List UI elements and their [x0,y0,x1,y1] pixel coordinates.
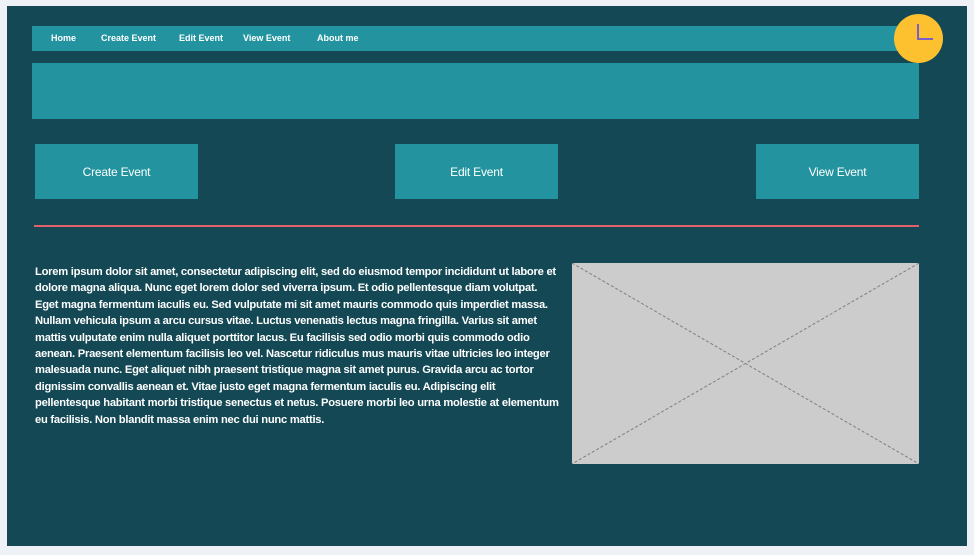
edit-event-button[interactable]: Edit Event [395,144,558,199]
nav-create-event-link[interactable]: Create Event [101,33,156,43]
clock-icon[interactable] [894,14,943,63]
nav-home-link[interactable]: Home [51,33,76,43]
clock-hands-icon [917,24,933,40]
nav-about-me-link[interactable]: About me [317,33,359,43]
image-placeholder-icon [572,263,919,464]
nav-edit-event-link[interactable]: Edit Event [179,33,223,43]
nav-view-event-link[interactable]: View Event [243,33,290,43]
image-placeholder [572,263,919,464]
top-navbar: Home Create Event Edit Event View Event … [32,26,919,51]
create-event-button[interactable]: Create Event [35,144,198,199]
view-event-button[interactable]: View Event [756,144,919,199]
header-banner [32,63,919,119]
body-paragraph: Lorem ipsum dolor sit amet, consectetur … [35,266,559,426]
section-divider [34,225,919,227]
